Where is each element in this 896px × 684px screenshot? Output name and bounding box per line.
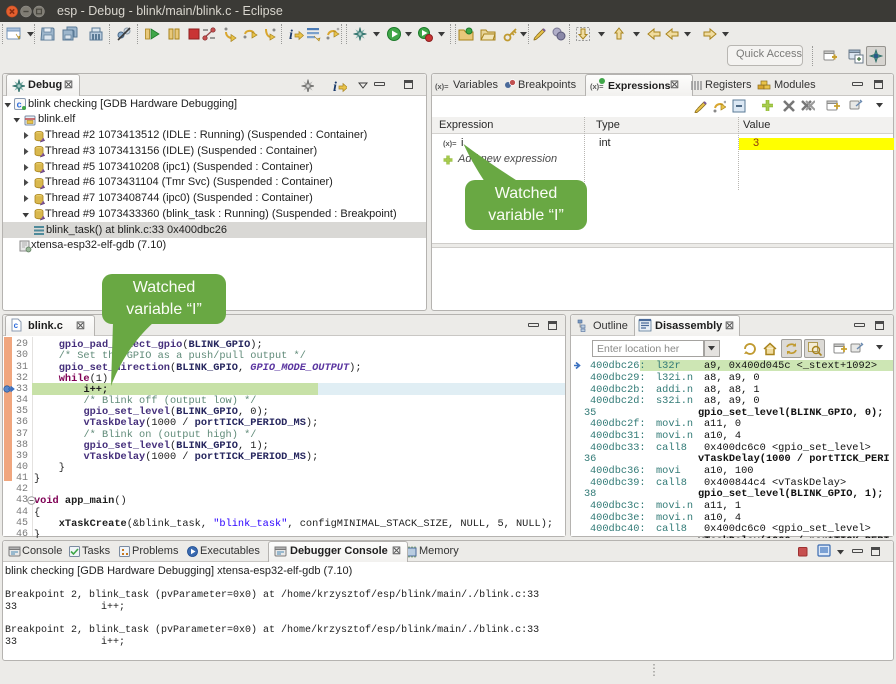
svg-text:c: c	[17, 101, 22, 111]
svg-text:(x)=: (x)=	[435, 82, 449, 91]
svg-text:c: c	[14, 322, 19, 331]
svg-text:i: i	[333, 80, 337, 93]
svg-text:i: i	[289, 28, 293, 42]
